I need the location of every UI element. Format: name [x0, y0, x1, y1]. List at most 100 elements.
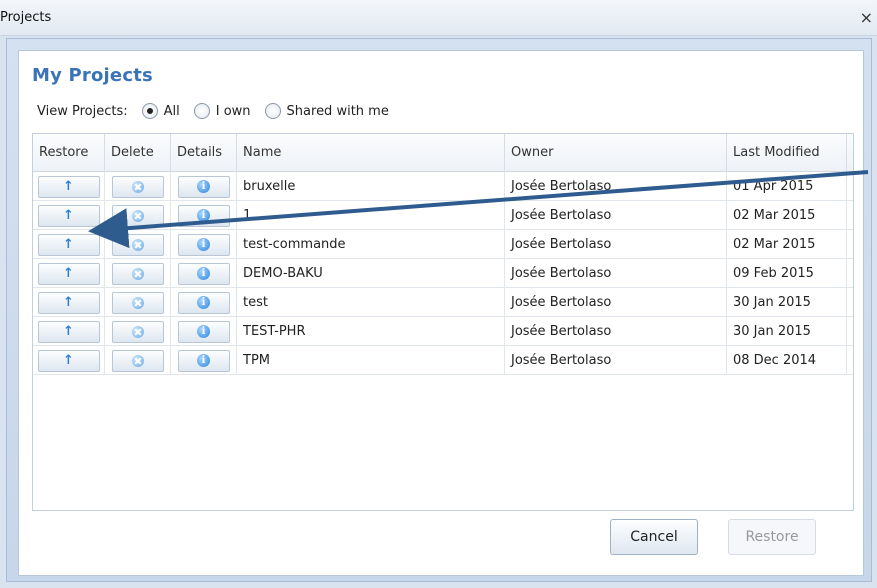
details-cell: i: [171, 317, 237, 346]
project-last-modified: 09 Feb 2015: [727, 259, 847, 288]
details-cell: i: [171, 230, 237, 259]
projects-table: Restore Delete Details Name Owner Last M…: [32, 133, 854, 511]
row-delete-button[interactable]: [111, 233, 164, 256]
project-name: DEMO-BAKU: [237, 259, 505, 288]
row-delete-button[interactable]: [111, 204, 164, 227]
table-row[interactable]: ↑ i test Josée Bertolaso 30 Jan 2015: [33, 288, 853, 317]
up-arrow-icon: ↑: [63, 237, 74, 252]
info-icon: i: [197, 180, 210, 193]
row-restore-button[interactable]: ↑: [37, 204, 100, 227]
radio-shared-label: Shared with me: [286, 103, 389, 119]
row-restore-button[interactable]: ↑: [37, 320, 100, 343]
delete-cell: [105, 346, 171, 375]
column-header-last-modified[interactable]: Last Modified: [727, 134, 847, 172]
project-name: TPM: [237, 346, 505, 375]
info-icon: i: [197, 354, 210, 367]
project-owner: Josée Bertolaso: [505, 259, 727, 288]
row-delete-button[interactable]: [111, 175, 164, 198]
row-restore-button[interactable]: ↑: [37, 175, 100, 198]
radio-i-own-circle[interactable]: [193, 103, 210, 119]
restore-cell: ↑: [33, 230, 105, 259]
row-restore-button[interactable]: ↑: [37, 262, 100, 285]
up-arrow-icon: ↑: [63, 179, 74, 194]
radio-all-label: All: [163, 103, 180, 119]
delete-icon: [131, 180, 144, 193]
radio-i-own-label: I own: [215, 103, 251, 119]
project-last-modified: 08 Dec 2014: [727, 346, 847, 375]
table-row[interactable]: ↑ i TEST-PHR Josée Bertolaso 30 Jan 2015: [33, 317, 853, 346]
row-details-button[interactable]: i: [177, 175, 230, 198]
table-row[interactable]: ↑ i TPM Josée Bertolaso 08 Dec 2014: [33, 346, 853, 375]
project-last-modified: 30 Jan 2015: [727, 317, 847, 346]
radio-selected-dot: [146, 108, 153, 114]
info-icon: i: [197, 209, 210, 222]
delete-cell: [105, 317, 171, 346]
radio-shared-circle[interactable]: [264, 103, 281, 119]
column-header-name[interactable]: Name: [237, 134, 505, 172]
delete-cell: [105, 201, 171, 230]
info-icon: i: [197, 238, 210, 251]
restore-cell: ↑: [33, 259, 105, 288]
row-restore-button[interactable]: ↑: [37, 291, 100, 314]
info-icon: i: [197, 325, 210, 338]
up-arrow-icon: ↑: [63, 266, 74, 281]
details-cell: i: [171, 288, 237, 317]
row-delete-button[interactable]: [111, 291, 164, 314]
project-last-modified: 02 Mar 2015: [727, 230, 847, 259]
table-row[interactable]: ↑ i 1 Josée Bertolaso 02 Mar 2015: [33, 201, 853, 230]
page-title: My Projects: [32, 65, 153, 86]
delete-cell: [105, 288, 171, 317]
cancel-button[interactable]: Cancel: [610, 519, 698, 555]
restore-cell: ↑: [33, 317, 105, 346]
row-details-button[interactable]: i: [177, 262, 230, 285]
project-owner: Josée Bertolaso: [505, 317, 727, 346]
radio-all-circle[interactable]: [141, 103, 158, 119]
row-delete-button[interactable]: [111, 320, 164, 343]
up-arrow-icon: ↑: [63, 295, 74, 310]
delete-icon: [131, 238, 144, 251]
delete-icon: [131, 209, 144, 222]
details-cell: i: [171, 172, 237, 201]
column-header-owner[interactable]: Owner: [505, 134, 727, 172]
row-restore-button[interactable]: ↑: [37, 349, 100, 372]
table-row[interactable]: ↑ i DEMO-BAKU Josée Bertolaso 09 Feb 2015: [33, 259, 853, 288]
close-icon[interactable]: ×: [860, 8, 873, 27]
row-delete-button[interactable]: [111, 349, 164, 372]
row-details-button[interactable]: i: [177, 233, 230, 256]
delete-icon: [131, 325, 144, 338]
row-restore-button[interactable]: ↑: [37, 233, 100, 256]
project-name: test-commande: [237, 230, 505, 259]
row-details-button[interactable]: i: [177, 349, 230, 372]
row-details-button[interactable]: i: [177, 320, 230, 343]
column-header-details[interactable]: Details: [171, 134, 237, 172]
restore-button[interactable]: Restore: [728, 519, 816, 555]
row-details-button[interactable]: i: [177, 204, 230, 227]
table-row[interactable]: ↑ i test-commande Josée Bertolaso 02 Mar 201…: [33, 230, 853, 259]
info-icon: i: [197, 296, 210, 309]
delete-cell: [105, 230, 171, 259]
row-delete-button[interactable]: [111, 262, 164, 285]
row-details-button[interactable]: i: [177, 291, 230, 314]
delete-icon: [131, 354, 144, 367]
project-last-modified: 30 Jan 2015: [727, 288, 847, 317]
project-name: test: [237, 288, 505, 317]
info-icon: i: [197, 267, 210, 280]
project-last-modified: 02 Mar 2015: [727, 201, 847, 230]
radio-i-own[interactable]: I own: [193, 103, 251, 119]
project-owner: Josée Bertolaso: [505, 346, 727, 375]
table-row[interactable]: ↑ i bruxelle Josée Bertolaso 01 Apr 2015: [33, 172, 853, 201]
radio-shared[interactable]: Shared with me: [264, 103, 389, 119]
restore-cell: ↑: [33, 201, 105, 230]
project-name: 1: [237, 201, 505, 230]
radio-all[interactable]: All: [141, 103, 180, 119]
restore-cell: ↑: [33, 288, 105, 317]
up-arrow-icon: ↑: [63, 353, 74, 368]
column-header-restore[interactable]: Restore: [33, 134, 105, 172]
view-projects-label: View Projects:: [37, 103, 128, 119]
delete-icon: [131, 296, 144, 309]
column-header-delete[interactable]: Delete: [105, 134, 171, 172]
restore-cell: ↑: [33, 172, 105, 201]
project-name: bruxelle: [237, 172, 505, 201]
projects-panel: My Projects View Projects: All I own Sha…: [18, 50, 864, 576]
project-owner: Josée Bertolaso: [505, 288, 727, 317]
